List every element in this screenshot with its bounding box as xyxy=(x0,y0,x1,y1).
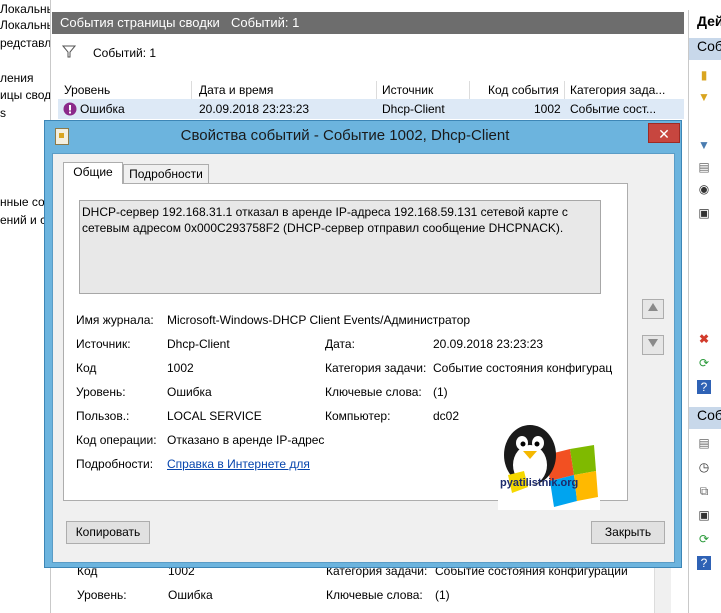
filter-icon[interactable] xyxy=(62,45,76,58)
task-category-label: Категория задачи: xyxy=(325,361,427,375)
next-event-button[interactable] xyxy=(642,335,664,355)
dialog-title: Свойства событий - Событие 1002, Dhcp-Cl… xyxy=(180,127,510,144)
filter-event-count: Событий: 1 xyxy=(93,46,157,60)
date-label: Дата: xyxy=(325,337,355,351)
preview-level-label: Уровень: xyxy=(77,588,127,602)
user-value[interactable]: LOCAL SERVICE xyxy=(167,409,262,423)
row-event-code: 1002 xyxy=(534,102,561,116)
actions-pane: Дей Собь ▮ ▼ ▼ ▤ ◉ ▣ ✖ ⟳ ? Собь ▤ ◷ ⧉ ▣ … xyxy=(688,10,721,613)
tree-item[interactable]: ления xyxy=(0,71,34,85)
refresh-icon[interactable]: ⟳ xyxy=(697,356,711,370)
tree-item[interactable]: редставль xyxy=(0,36,50,50)
find-icon[interactable]: ◉ xyxy=(697,182,711,196)
tree-item[interactable]: ений и с xyxy=(0,213,46,227)
source-value[interactable]: Dhcp-Client xyxy=(167,337,230,351)
column-header-source[interactable]: Источник xyxy=(382,83,433,97)
computer-label: Компьютер: xyxy=(325,409,391,423)
help-icon[interactable]: ? xyxy=(697,556,711,570)
save-icon[interactable]: ▣ xyxy=(697,206,711,220)
tree-item[interactable]: ицы свод xyxy=(0,88,50,102)
close-button[interactable]: Закрыть xyxy=(591,521,665,544)
summary-events-header: События страницы сводки Событий: 1 xyxy=(52,12,684,34)
column-header-level[interactable]: Уровень xyxy=(64,83,110,97)
event-properties-icon[interactable]: ▤ xyxy=(697,436,711,450)
filter-icon[interactable]: ▼ xyxy=(697,138,711,152)
more-info-label: Подробности: xyxy=(76,457,154,471)
summary-events-count: Событий: 1 xyxy=(231,15,300,30)
previous-event-button[interactable] xyxy=(642,299,664,319)
properties-icon[interactable]: ▤ xyxy=(697,160,711,174)
tab-details[interactable]: Подробности xyxy=(123,164,209,184)
event-code-label: Код xyxy=(76,361,97,375)
close-icon[interactable]: ✕ xyxy=(648,123,680,143)
column-header-datetime[interactable]: Дата и время xyxy=(199,83,273,97)
table-row[interactable]: Ошибка 20.09.2018 23:23:23 Dhcp-Client 1… xyxy=(58,99,684,119)
opcode-value[interactable]: Отказано в аренде IP-адрес xyxy=(167,433,324,447)
arrow-down-icon xyxy=(648,339,658,347)
row-category: Событие сост... xyxy=(570,102,657,116)
keywords-label: Ключевые слова: xyxy=(325,385,422,399)
keywords-value[interactable]: (1) xyxy=(433,385,448,399)
attach-task-icon[interactable]: ◷ xyxy=(697,460,711,474)
error-icon xyxy=(63,102,77,116)
general-tab-panel: DHCP-сервер 192.168.31.1 отказал в аренд… xyxy=(63,183,628,510)
log-name-value[interactable]: Microsoft-Windows-DHCP Client Events/Адм… xyxy=(167,313,470,327)
help-icon[interactable]: ? xyxy=(697,380,711,394)
date-value[interactable]: 20.09.2018 23:23:23 xyxy=(433,337,543,351)
user-label: Пользов.: xyxy=(76,409,130,423)
task-category-value[interactable]: Событие состояния конфигурац xyxy=(433,361,612,375)
level-label: Уровень: xyxy=(76,385,126,399)
row-source: Dhcp-Client xyxy=(382,102,445,116)
tab-general[interactable]: Общие xyxy=(63,162,123,184)
preview-keywords-label: Ключевые слова: xyxy=(326,588,423,602)
source-label: Источник: xyxy=(76,337,131,351)
delete-icon[interactable]: ✖ xyxy=(697,332,711,346)
event-section-header[interactable]: Собь xyxy=(689,407,721,429)
copy-icon[interactable]: ⧉ xyxy=(697,484,711,498)
log-name-label: Имя журнала: xyxy=(76,313,154,327)
level-value[interactable]: Ошибка xyxy=(167,385,212,399)
event-properties-dialog: Свойства событий - Событие 1002, Dhcp-Cl… xyxy=(44,120,682,568)
refresh-icon[interactable]: ⟳ xyxy=(697,532,711,546)
filter-icon[interactable]: ▼ xyxy=(697,90,711,104)
site-logo: pyatilistnik.org xyxy=(498,415,600,510)
watermark-text: pyatilistnik.org xyxy=(500,477,579,489)
row-datetime: 20.09.2018 23:23:23 xyxy=(199,102,310,116)
event-description[interactable]: DHCP-сервер 192.168.31.1 отказал в аренд… xyxy=(79,200,601,294)
summary-events-title: События страницы сводки xyxy=(60,15,220,30)
save-icon[interactable]: ▣ xyxy=(697,508,711,522)
arrow-up-icon xyxy=(648,303,658,311)
opcode-label: Код операции: xyxy=(76,433,157,447)
preview-keywords-value: (1) xyxy=(435,588,450,602)
preview-level-value: Ошибка xyxy=(168,588,213,602)
actions-header: Дей xyxy=(689,13,721,35)
column-header-event-code[interactable]: Код события xyxy=(488,83,559,97)
dialog-body: Общие Подробности DHCP-сервер 192.168.31… xyxy=(52,153,675,563)
tree-item[interactable]: s xyxy=(0,106,6,120)
column-header-category[interactable]: Категория зада... xyxy=(570,83,665,97)
open-folder-icon[interactable]: ▮ xyxy=(697,68,711,82)
computer-value[interactable]: dc02 xyxy=(433,409,459,423)
filter-bar: Событий: 1 xyxy=(52,36,684,76)
tree-item[interactable]: Локальнь xyxy=(0,18,50,32)
tree-item[interactable]: Локальнь xyxy=(0,2,50,16)
copy-button[interactable]: Копировать xyxy=(66,521,150,544)
event-code-value[interactable]: 1002 xyxy=(167,361,194,375)
dialog-title-bar[interactable]: Свойства событий - Событие 1002, Dhcp-Cl… xyxy=(45,121,681,151)
row-level: Ошибка xyxy=(80,102,125,116)
online-help-link[interactable]: Справка в Интернете для xyxy=(167,457,310,471)
actions-section-header[interactable]: Собь xyxy=(689,38,721,60)
events-grid-header: Уровень Дата и время Источник Код событи… xyxy=(58,81,684,100)
